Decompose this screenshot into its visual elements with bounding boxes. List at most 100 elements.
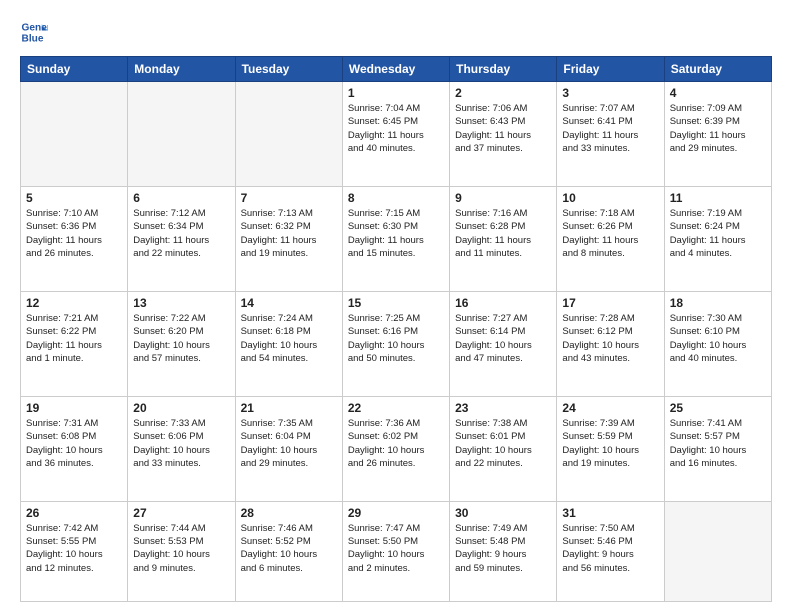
day-number: 4 (670, 86, 766, 100)
day-cell: 31 Sunrise: 7:50 AM Sunset: 5:46 PM Dayli… (557, 501, 664, 601)
day-number: 22 (348, 401, 444, 415)
day-number: 28 (241, 506, 337, 520)
day-cell: 21Sunrise: 7:35 AM Sunset: 6:04 PM Dayli… (235, 396, 342, 501)
day-number: 20 (133, 401, 229, 415)
day-cell: 30 Sunrise: 7:49 AM Sunset: 5:48 PM Dayli… (450, 501, 557, 601)
day-info: Sunrise: 7:18 AM Sunset: 6:26 PM Dayligh… (562, 207, 658, 260)
day-cell: 17 Sunrise: 7:28 AM Sunset: 6:12 PM Dayli… (557, 291, 664, 396)
day-number: 17 (562, 296, 658, 310)
logo: General Blue (20, 18, 52, 46)
week-row-2: 5 Sunrise: 7:10 AM Sunset: 6:36 PM Daylig… (21, 186, 772, 291)
day-number: 24 (562, 401, 658, 415)
day-info: Sunrise: 7:41 AM Sunset: 5:57 PM Dayligh… (670, 417, 766, 470)
day-info: Sunrise: 7:36 AM Sunset: 6:02 PM Dayligh… (348, 417, 444, 470)
day-cell: 1 Sunrise: 7:04 AM Sunset: 6:45 PM Daylig… (342, 82, 449, 187)
day-cell: 14Sunrise: 7:24 AM Sunset: 6:18 PM Dayli… (235, 291, 342, 396)
day-info: Sunrise: 7:44 AM Sunset: 5:53 PM Dayligh… (133, 522, 229, 575)
svg-text:Blue: Blue (22, 33, 44, 44)
day-cell: 16Sunrise: 7:27 AM Sunset: 6:14 PM Dayli… (450, 291, 557, 396)
day-cell: 23 Sunrise: 7:38 AM Sunset: 6:01 PM Dayli… (450, 396, 557, 501)
day-number: 5 (26, 191, 122, 205)
week-row-4: 19Sunrise: 7:31 AM Sunset: 6:08 PM Dayli… (21, 396, 772, 501)
day-cell: 25 Sunrise: 7:41 AM Sunset: 5:57 PM Dayli… (664, 396, 771, 501)
day-number: 26 (26, 506, 122, 520)
day-number: 25 (670, 401, 766, 415)
page: General Blue SundayMondayTuesdayWednesda… (0, 0, 792, 612)
day-number: 6 (133, 191, 229, 205)
day-info: Sunrise: 7:31 AM Sunset: 6:08 PM Dayligh… (26, 417, 122, 470)
day-info: Sunrise: 7:24 AM Sunset: 6:18 PM Dayligh… (241, 312, 337, 365)
day-number: 27 (133, 506, 229, 520)
day-cell: 4 Sunrise: 7:09 AM Sunset: 6:39 PM Daylig… (664, 82, 771, 187)
day-number: 2 (455, 86, 551, 100)
day-cell: 12 Sunrise: 7:21 AM Sunset: 6:22 PM Dayli… (21, 291, 128, 396)
day-number: 15 (348, 296, 444, 310)
day-number: 12 (26, 296, 122, 310)
day-cell: 9Sunrise: 7:16 AM Sunset: 6:28 PM Daylig… (450, 186, 557, 291)
day-info: Sunrise: 7:49 AM Sunset: 5:48 PM Dayligh… (455, 522, 551, 575)
header: General Blue (20, 18, 772, 46)
calendar-table: SundayMondayTuesdayWednesdayThursdayFrid… (20, 56, 772, 602)
day-info: Sunrise: 7:15 AM Sunset: 6:30 PM Dayligh… (348, 207, 444, 260)
weekday-header-wednesday: Wednesday (342, 57, 449, 82)
week-row-3: 12 Sunrise: 7:21 AM Sunset: 6:22 PM Dayli… (21, 291, 772, 396)
day-info: Sunrise: 7:04 AM Sunset: 6:45 PM Dayligh… (348, 102, 444, 155)
day-info: Sunrise: 7:33 AM Sunset: 6:06 PM Dayligh… (133, 417, 229, 470)
weekday-header-saturday: Saturday (664, 57, 771, 82)
day-cell (128, 82, 235, 187)
day-info: Sunrise: 7:25 AM Sunset: 6:16 PM Dayligh… (348, 312, 444, 365)
day-cell: 22 Sunrise: 7:36 AM Sunset: 6:02 PM Dayli… (342, 396, 449, 501)
day-info: Sunrise: 7:46 AM Sunset: 5:52 PM Dayligh… (241, 522, 337, 575)
day-cell: 19Sunrise: 7:31 AM Sunset: 6:08 PM Dayli… (21, 396, 128, 501)
day-cell: 18 Sunrise: 7:30 AM Sunset: 6:10 PM Dayli… (664, 291, 771, 396)
day-info: Sunrise: 7:06 AM Sunset: 6:43 PM Dayligh… (455, 102, 551, 155)
weekday-header-row: SundayMondayTuesdayWednesdayThursdayFrid… (21, 57, 772, 82)
day-info: Sunrise: 7:42 AM Sunset: 5:55 PM Dayligh… (26, 522, 122, 575)
day-number: 11 (670, 191, 766, 205)
day-cell: 13Sunrise: 7:22 AM Sunset: 6:20 PM Dayli… (128, 291, 235, 396)
day-info: Sunrise: 7:38 AM Sunset: 6:01 PM Dayligh… (455, 417, 551, 470)
day-number: 30 (455, 506, 551, 520)
day-cell: 24 Sunrise: 7:39 AM Sunset: 5:59 PM Dayli… (557, 396, 664, 501)
weekday-header-tuesday: Tuesday (235, 57, 342, 82)
day-info: Sunrise: 7:39 AM Sunset: 5:59 PM Dayligh… (562, 417, 658, 470)
day-info: Sunrise: 7:10 AM Sunset: 6:36 PM Dayligh… (26, 207, 122, 260)
day-info: Sunrise: 7:16 AM Sunset: 6:28 PM Dayligh… (455, 207, 551, 260)
day-cell: 29Sunrise: 7:47 AM Sunset: 5:50 PM Dayli… (342, 501, 449, 601)
day-info: Sunrise: 7:21 AM Sunset: 6:22 PM Dayligh… (26, 312, 122, 365)
day-cell: 7 Sunrise: 7:13 AM Sunset: 6:32 PM Daylig… (235, 186, 342, 291)
day-number: 1 (348, 86, 444, 100)
weekday-header-friday: Friday (557, 57, 664, 82)
day-info: Sunrise: 7:35 AM Sunset: 6:04 PM Dayligh… (241, 417, 337, 470)
day-cell (235, 82, 342, 187)
day-info: Sunrise: 7:50 AM Sunset: 5:46 PM Dayligh… (562, 522, 658, 575)
day-info: Sunrise: 7:27 AM Sunset: 6:14 PM Dayligh… (455, 312, 551, 365)
weekday-header-monday: Monday (128, 57, 235, 82)
day-number: 31 (562, 506, 658, 520)
day-cell: 28 Sunrise: 7:46 AM Sunset: 5:52 PM Dayli… (235, 501, 342, 601)
day-cell: 5 Sunrise: 7:10 AM Sunset: 6:36 PM Daylig… (21, 186, 128, 291)
day-info: Sunrise: 7:30 AM Sunset: 6:10 PM Dayligh… (670, 312, 766, 365)
weekday-header-sunday: Sunday (21, 57, 128, 82)
day-cell: 15 Sunrise: 7:25 AM Sunset: 6:16 PM Dayli… (342, 291, 449, 396)
day-number: 3 (562, 86, 658, 100)
day-info: Sunrise: 7:09 AM Sunset: 6:39 PM Dayligh… (670, 102, 766, 155)
day-info: Sunrise: 7:19 AM Sunset: 6:24 PM Dayligh… (670, 207, 766, 260)
day-number: 7 (241, 191, 337, 205)
day-number: 13 (133, 296, 229, 310)
day-info: Sunrise: 7:47 AM Sunset: 5:50 PM Dayligh… (348, 522, 444, 575)
day-number: 10 (562, 191, 658, 205)
day-cell: 26 Sunrise: 7:42 AM Sunset: 5:55 PM Dayli… (21, 501, 128, 601)
day-cell: 11 Sunrise: 7:19 AM Sunset: 6:24 PM Dayli… (664, 186, 771, 291)
week-row-5: 26 Sunrise: 7:42 AM Sunset: 5:55 PM Dayli… (21, 501, 772, 601)
day-cell: 20 Sunrise: 7:33 AM Sunset: 6:06 PM Dayli… (128, 396, 235, 501)
day-cell: 8Sunrise: 7:15 AM Sunset: 6:30 PM Daylig… (342, 186, 449, 291)
day-number: 18 (670, 296, 766, 310)
day-cell (664, 501, 771, 601)
day-info: Sunrise: 7:13 AM Sunset: 6:32 PM Dayligh… (241, 207, 337, 260)
logo-icon: General Blue (20, 18, 48, 46)
week-row-1: 1 Sunrise: 7:04 AM Sunset: 6:45 PM Daylig… (21, 82, 772, 187)
day-cell: 6Sunrise: 7:12 AM Sunset: 6:34 PM Daylig… (128, 186, 235, 291)
day-info: Sunrise: 7:28 AM Sunset: 6:12 PM Dayligh… (562, 312, 658, 365)
day-number: 23 (455, 401, 551, 415)
